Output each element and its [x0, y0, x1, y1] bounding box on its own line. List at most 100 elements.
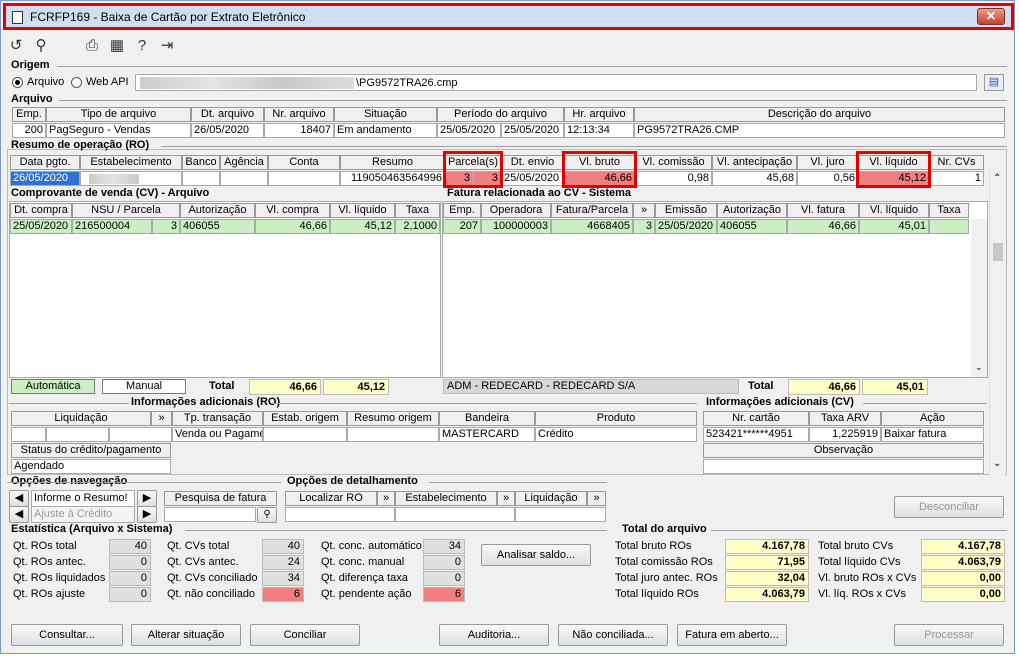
file-browse-icon[interactable]: ▤ [984, 74, 1004, 91]
consultar-button[interactable]: Consultar... [11, 624, 123, 646]
arquivo-cell[interactable]: 26/05/2020 [191, 123, 264, 138]
file-path-input[interactable]: \PG9572TRA26.cmp [135, 74, 977, 91]
cv-cell[interactable]: 2,1000 [395, 219, 440, 234]
arquivo-header-descricao: Descrição do arquivo [634, 107, 1005, 122]
observacao-field[interactable] [703, 459, 984, 474]
scroll-down-icon[interactable]: ⌄ [993, 458, 1001, 469]
info-ro-cell[interactable] [11, 427, 46, 442]
liquidacao-expand[interactable]: » [587, 491, 606, 506]
ro-title: Resumo de operação (RO) [11, 139, 150, 151]
fatura-cell[interactable]: 46,66 [787, 219, 859, 234]
close-button[interactable]: ✕ [977, 8, 1005, 25]
alterar-situacao-button[interactable]: Alterar situação [131, 624, 241, 646]
arquivo-cell[interactable]: 12:13:34 [564, 123, 634, 138]
nav-prev-button[interactable]: ◀ [9, 490, 29, 507]
estat-value-nao-conciliado: 6 [262, 587, 304, 602]
fatura-scrollbar[interactable]: ⌄ [971, 219, 987, 377]
desconciliar-button[interactable]: Desconciliar [894, 496, 1004, 518]
undo-icon[interactable]: ↺ [7, 37, 25, 55]
arquivo-cell[interactable]: 25/05/2020 [437, 123, 501, 138]
arquivo-cell[interactable]: PagSeguro - Vendas [46, 123, 191, 138]
exit-icon[interactable]: ⇥ [158, 37, 176, 55]
fatura-cell[interactable]: 4668405 [551, 219, 633, 234]
pesquisa-fatura-input[interactable] [164, 507, 256, 522]
arquivo-cell[interactable]: 25/05/2020 [501, 123, 564, 138]
fatura-cell[interactable]: 3 [633, 219, 655, 234]
info-cv-cell[interactable]: Baixar fatura [881, 427, 984, 442]
help-icon[interactable]: ? [133, 37, 151, 55]
ro-cell[interactable]: 45,68 [712, 171, 797, 186]
nav-input[interactable]: Informe o Resumo! [31, 490, 135, 507]
auditoria-button[interactable]: Auditoria... [439, 624, 549, 646]
cv-cell[interactable]: 216500004 [72, 219, 152, 234]
info-ro-cell[interactable] [109, 427, 172, 442]
cv-cell[interactable]: 406055 [180, 219, 255, 234]
ro-cell-selected[interactable]: 26/05/2020 [10, 171, 80, 186]
conciliar-button[interactable]: Conciliar [250, 624, 360, 646]
info-ro-cell[interactable] [263, 427, 347, 442]
info-ro-header-expand[interactable]: » [151, 411, 172, 426]
nao-conciliada-button[interactable]: Não conciliada... [558, 624, 668, 646]
liquidacao-button[interactable]: Liquidação [515, 491, 587, 506]
analisar-saldo-button[interactable]: Analisar saldo... [481, 544, 591, 566]
nav-next-button[interactable]: ▶ [137, 490, 157, 507]
radio-arquivo[interactable] [12, 77, 23, 88]
ro-cell[interactable] [182, 171, 220, 186]
fatura-cell[interactable]: 406055 [717, 219, 787, 234]
fatura-cell[interactable]: 100000003 [481, 219, 551, 234]
arquivo-cell[interactable]: Em andamento [334, 123, 437, 138]
info-ro-cell[interactable]: Crédito [535, 427, 697, 442]
search-icon[interactable]: ⚲ [257, 507, 277, 523]
localizar-ro-button[interactable]: Localizar RO [285, 491, 377, 506]
info-ro-cell[interactable]: MASTERCARD [439, 427, 535, 442]
cv-cell[interactable]: 45,12 [330, 219, 395, 234]
info-ro-cell[interactable]: Venda ou Pagame [172, 427, 263, 442]
arquivo-cell[interactable]: 18407 [264, 123, 334, 138]
info-cv-cell[interactable]: 1,225919 [809, 427, 881, 442]
fatura-header-expand[interactable]: » [633, 203, 655, 218]
cv-cell[interactable]: 46,66 [255, 219, 330, 234]
processar-button[interactable]: Processar [894, 624, 1004, 646]
info-ro-cell[interactable] [46, 427, 109, 442]
radio-webapi[interactable] [71, 77, 82, 88]
status-credito-value[interactable]: Agendado [11, 459, 171, 474]
vertical-scrollbar[interactable]: ⌃ ⌄ [989, 171, 1005, 475]
ro-cell[interactable]: 0,56 [797, 171, 858, 186]
cv-cell[interactable]: 3 [152, 219, 180, 234]
arquivo-cell[interactable]: PG9572TRA26.CMP [634, 123, 1005, 138]
ajuste-select[interactable]: Ajuste à Crédito [31, 506, 135, 523]
print-icon[interactable]: ⎙ [83, 37, 101, 55]
fatura-cell[interactable] [929, 219, 969, 234]
total-label: Total juro antec. ROs [615, 572, 718, 584]
ro-cell[interactable] [268, 171, 340, 186]
ro-cell[interactable]: 1 [929, 171, 984, 186]
ro-cell[interactable] [80, 171, 182, 186]
detalhe-field[interactable] [395, 507, 515, 522]
scroll-up-icon[interactable]: ⌃ [993, 173, 1001, 184]
arquivo-cell[interactable]: 200 [12, 123, 46, 138]
ro-cell[interactable]: 25/05/2020 [501, 171, 564, 186]
nav-next2-button[interactable]: ▶ [137, 506, 157, 523]
calendar-icon[interactable]: ▦ [108, 37, 126, 55]
detalhe-field[interactable] [515, 507, 606, 522]
cv-cell[interactable]: 25/05/2020 [10, 219, 72, 234]
ro-cell[interactable] [220, 171, 268, 186]
detalhe-field[interactable] [285, 507, 395, 522]
scroll-down-icon[interactable]: ⌄ [975, 362, 983, 373]
info-ro-header: Tp. transação [172, 411, 263, 426]
scroll-thumb[interactable] [993, 243, 1003, 261]
ro-header: Resumo [340, 155, 445, 170]
info-ro-cell[interactable] [347, 427, 439, 442]
search-icon[interactable]: ⚲ [32, 37, 50, 55]
fatura-cell[interactable]: 25/05/2020 [655, 219, 717, 234]
info-cv-cell[interactable]: 523421******4951 [703, 427, 809, 442]
localizar-ro-expand[interactable]: » [377, 491, 395, 506]
estabelecimento-expand[interactable]: » [497, 491, 515, 506]
fatura-cell[interactable]: 45,01 [859, 219, 929, 234]
ro-cell[interactable]: 0,98 [635, 171, 712, 186]
ro-cell[interactable]: 119050463564996 [340, 171, 445, 186]
fatura-em-aberto-button[interactable]: Fatura em aberto... [677, 624, 787, 646]
estabelecimento-button[interactable]: Estabelecimento [395, 491, 497, 506]
fatura-cell[interactable]: 207 [443, 219, 481, 234]
nav-prev2-button[interactable]: ◀ [9, 506, 29, 523]
